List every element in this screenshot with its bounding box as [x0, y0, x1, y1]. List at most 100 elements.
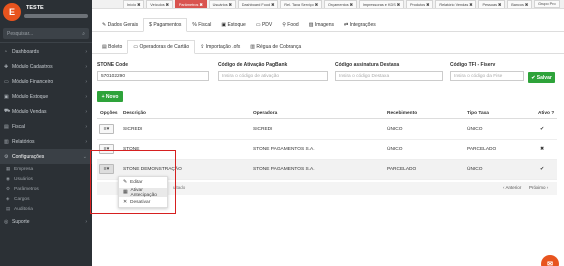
- next-page-button[interactable]: Próximo ›: [529, 185, 548, 190]
- tab-label: Pagamentos: [153, 22, 182, 28]
- tef-field[interactable]: Insira o código da Fise: [450, 71, 524, 81]
- pencil-icon: ✎: [123, 180, 128, 185]
- close-icon: ✖: [540, 147, 545, 152]
- sidebar-subitem-usuarios[interactable]: ◉ Usuários: [0, 174, 92, 184]
- cell-operadora: STONE PAGAMENTOS S.A.: [253, 147, 315, 152]
- tab-regua-cobranca[interactable]: ▥ Régua de Cobrança: [245, 41, 306, 53]
- close-icon[interactable]: ✖: [229, 3, 232, 7]
- row-options-button[interactable]: ≡▾: [99, 144, 114, 154]
- tab-operadoras-cartao[interactable]: ▭ Operadoras de Cartão: [127, 40, 196, 54]
- top-tab-parametros[interactable]: Parâmetros✖: [174, 0, 207, 8]
- close-icon[interactable]: ✖: [166, 3, 169, 7]
- stone-code-field[interactable]: 570102290: [97, 71, 209, 81]
- sidebar-item-financeiro[interactable]: ▭ Módulo Financeiro ›: [0, 74, 92, 89]
- top-tab-label: Dashboard Food: [241, 2, 271, 7]
- search-placeholder: Pesquisar...: [7, 30, 34, 37]
- menu-item-label: Desativar: [130, 200, 151, 205]
- sidebar-item-configuracoes[interactable]: ⚙ Configurações ⌄: [0, 149, 92, 164]
- tab-pdv[interactable]: ▭ PDV: [251, 19, 277, 31]
- top-tab-inicio[interactable]: Início✖: [123, 0, 145, 8]
- chevron-right-icon: ›: [85, 218, 87, 225]
- sidebar-subitem-cargos[interactable]: ◈ Cargos: [0, 194, 92, 204]
- tab-imagens[interactable]: ▨ Imagens: [304, 19, 339, 31]
- top-tab-taxa-servico[interactable]: Rel. Taxa Serviço✖: [280, 0, 322, 8]
- tab-food[interactable]: ⚲ Food: [277, 19, 303, 31]
- gear-icon: ⚙: [6, 186, 11, 191]
- card-operator-form: STONE Code 570102290 Código de Ativação …: [97, 62, 557, 86]
- row-options-button[interactable]: ≡▾: [99, 124, 114, 134]
- pagbank-field[interactable]: Insira o código de ativação: [218, 71, 328, 81]
- help-chat-button[interactable]: ✉: [541, 255, 559, 266]
- tab-fiscal[interactable]: % Fiscal: [187, 19, 216, 31]
- chevron-right-icon: ›: [85, 108, 87, 115]
- table-row: ≡▾ STONE STONE PAGAMENTOS S.A. ÚNICO PAR…: [97, 140, 557, 160]
- close-icon[interactable]: ✖: [350, 3, 353, 7]
- close-icon[interactable]: ✖: [525, 3, 528, 7]
- destaxa-field[interactable]: Insira o código Destaxa: [335, 71, 443, 81]
- sidebar-item-relatorios[interactable]: ▥ Relatórios ›: [0, 134, 92, 149]
- sidebar-subitem-parametros[interactable]: ⚙ Parâmetros: [0, 184, 92, 194]
- sidebar-item-dashboards[interactable]: ◔ Dashboards ›: [0, 44, 92, 59]
- search-input[interactable]: Pesquisar... ⌕: [3, 28, 89, 39]
- user-name: TESTE: [26, 5, 44, 11]
- close-icon[interactable]: ✖: [315, 3, 318, 7]
- sidebar-item-fiscal[interactable]: ▤ Fiscal ›: [0, 119, 92, 134]
- sidebar-item-label: Módulo Estoque: [12, 93, 49, 100]
- top-tab-dashboard-food[interactable]: Dashboard Food✖: [237, 0, 279, 8]
- top-tab-orcamentos[interactable]: Orçamentos✖: [323, 0, 357, 8]
- top-tab-bancos[interactable]: Bancos✖: [507, 0, 533, 8]
- dashboard-icon: ◔: [4, 48, 8, 55]
- sidebar-item-label: Relatórios: [12, 138, 35, 145]
- top-tab-grupo[interactable]: Grupo Pro: [534, 0, 560, 8]
- top-tab-produtos[interactable]: Produtos✖: [405, 0, 434, 8]
- chevron-right-icon: ›: [85, 48, 87, 55]
- tab-integracoes[interactable]: ⇄ Integrações: [339, 19, 381, 31]
- menu-item-editar[interactable]: ✎ Editar: [119, 178, 167, 187]
- tab-boleto[interactable]: ▤ Boleto: [97, 41, 127, 53]
- brand-logo[interactable]: E: [3, 3, 21, 21]
- sidebar-item-estoque[interactable]: ▣ Módulo Estoque ›: [0, 89, 92, 104]
- top-tab-pessoas[interactable]: Pessoas✖: [478, 0, 506, 8]
- tab-dados-gerais[interactable]: ✎ Dados Gerais: [97, 19, 143, 31]
- money-icon: ▭: [4, 78, 9, 85]
- save-button[interactable]: ✔ Salvar: [528, 72, 555, 83]
- add-new-button[interactable]: + Novo: [97, 91, 123, 102]
- sidebar-item-cadastros[interactable]: ✚ Módulo Cadastros ›: [0, 59, 92, 74]
- tab-pagamentos[interactable]: $ Pagamentos: [143, 18, 188, 32]
- sidebar-subitem-label: Empresa: [14, 166, 34, 172]
- sidebar-item-vendas[interactable]: ⛟ Módulo Vendas ›: [0, 104, 92, 119]
- close-icon[interactable]: ✖: [397, 3, 400, 7]
- row-options-button[interactable]: ≡▾: [99, 164, 114, 174]
- sidebar-subitem-label: Auditoria: [14, 206, 33, 212]
- sidebar-item-label: Suporte: [12, 218, 30, 225]
- close-icon[interactable]: ✖: [469, 3, 472, 7]
- menu-item-desativar[interactable]: ✕ Desativar: [119, 198, 167, 207]
- tab-importacao-ofx[interactable]: ⇪ Importação .ofx: [195, 41, 245, 53]
- close-icon[interactable]: ✖: [498, 3, 501, 7]
- cell-descricao: SICREDI: [123, 127, 143, 132]
- menu-caret-icon: ≡▾: [103, 126, 110, 132]
- cell-tipo-taxa: PARCELADO: [467, 147, 497, 152]
- menu-item-ativar-antecipacao[interactable]: ▦ Ativar Antecipação: [119, 188, 167, 198]
- top-tab-relatorio-vendas[interactable]: Relatório Vendas✖: [435, 0, 477, 8]
- close-icon[interactable]: ✖: [271, 3, 274, 7]
- close-icon[interactable]: ✖: [426, 3, 429, 7]
- close-icon[interactable]: ✖: [137, 3, 140, 7]
- sidebar-item-suporte[interactable]: ◎ Suporte ›: [0, 214, 92, 229]
- close-icon: ✕: [123, 200, 128, 205]
- top-tab-label: Usuários: [212, 2, 228, 7]
- tab-estoque[interactable]: ▣ Estoque: [216, 19, 250, 31]
- table-row: ≡▾ SICREDI SICREDI ÚNICO ÚNICO ✔: [97, 120, 557, 140]
- top-tab-veiculos[interactable]: Veículos✖: [146, 0, 173, 8]
- top-tab-label: Grupo Pro: [538, 2, 556, 6]
- tab-label: Integrações: [349, 22, 376, 28]
- sidebar-subitem-empresa[interactable]: ▦ Empresa: [0, 164, 92, 174]
- search-icon[interactable]: ⌕: [82, 31, 85, 37]
- top-tab-usuarios[interactable]: Usuários✖: [208, 0, 236, 8]
- tab-label: Régua de Cobrança: [256, 44, 302, 50]
- top-tab-impressoras[interactable]: Impressoras e KDS✖: [358, 0, 404, 8]
- prev-page-button[interactable]: ‹ Anterior: [503, 185, 521, 190]
- sidebar-subitem-auditoria[interactable]: ▤ Auditoria: [0, 204, 92, 214]
- close-icon[interactable]: ✖: [199, 3, 202, 7]
- audit-icon: ▤: [6, 206, 11, 211]
